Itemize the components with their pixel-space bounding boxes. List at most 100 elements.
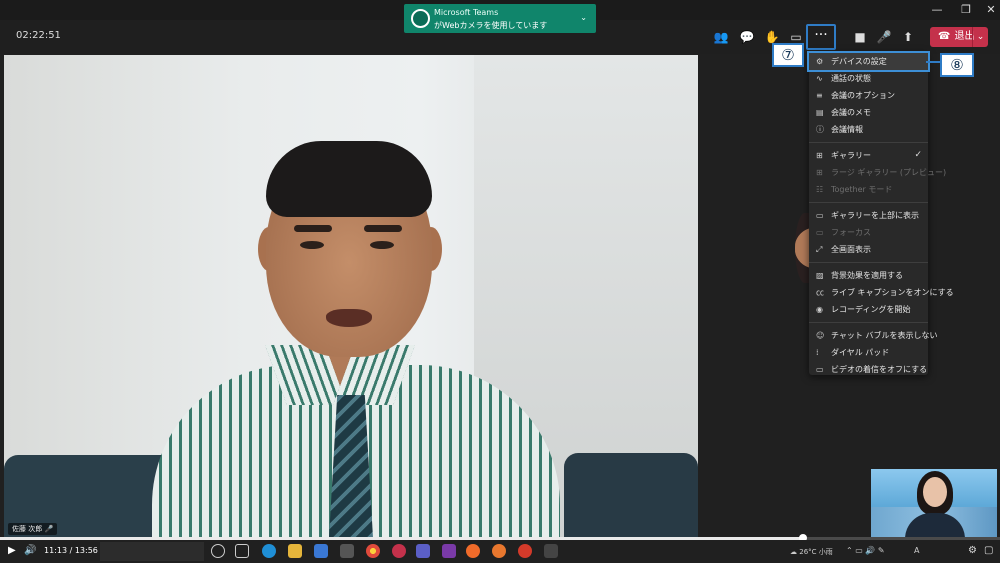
menu-item[interactable]: ▭ ビデオの着信をオフにする [809, 361, 928, 378]
menu-item[interactable]: ☺ チャット バブルを表示しない [809, 327, 937, 344]
focus-icon: ▭ [816, 228, 824, 237]
chevron-down-icon[interactable]: ⌄ [972, 27, 988, 47]
callout-connector [926, 61, 942, 63]
menu-item-label: チャット バブルを表示しない [831, 331, 938, 340]
microphone-icon[interactable]: 🎤 [874, 28, 894, 46]
grid-icon: ⊞ [816, 151, 823, 160]
menu-separator [809, 202, 928, 203]
menu-item-label: レコーディングを開始 [831, 305, 911, 314]
explorer-icon[interactable] [288, 544, 302, 558]
phone-hangup-icon: ☎ [938, 31, 951, 42]
speaker-eye [370, 241, 394, 249]
ime-indicator[interactable]: A [914, 546, 919, 555]
main-video: 佐藤 次郎 🎤 [4, 55, 698, 537]
background-icon: ▨ [816, 271, 824, 280]
menu-item[interactable]: ≡ 会議のオプション [809, 87, 928, 104]
menu-item[interactable]: ◉ レコーディングを開始 [809, 301, 928, 318]
maximize-button[interactable]: ❐ [955, 2, 977, 18]
callout-8: ⑧ [940, 53, 974, 77]
cortana-icon[interactable] [211, 544, 225, 558]
firefox-icon[interactable] [492, 544, 506, 558]
more-actions-menu: ⚙ デバイスの設定 ∿ 通話の状態 ≡ 会議のオプション ▤ 会議のメモ ⓘ 会議情報 ⊞ ギャラリー… [807, 51, 954, 378]
menu-item[interactable]: ∿ 通話の状態 [809, 70, 928, 87]
menu-item-label: デバイスの設定 [831, 57, 887, 66]
leave-button[interactable]: ☎ 退出 ⌄ [930, 27, 988, 47]
menu-item-label: ライブ キャプションをオンにする [831, 288, 954, 297]
pulse-icon: ∿ [816, 74, 823, 83]
speaker-eye [300, 241, 324, 249]
record-icon: ◉ [816, 305, 823, 314]
edge-icon[interactable] [262, 544, 276, 558]
webcam-icon [411, 9, 430, 28]
menu-item[interactable]: ⊞ ギャラリー ✓ [809, 147, 928, 164]
more-actions-button[interactable]: ··· [806, 24, 836, 50]
menu-item[interactable]: ▭ ギャラリーを上部に表示 [809, 207, 928, 224]
weather-text: 26°C 小雨 [799, 548, 833, 556]
app-icon[interactable] [518, 544, 532, 558]
menu-item[interactable]: ⤢ 全画面表示 [809, 241, 928, 258]
app-icon[interactable] [392, 544, 406, 558]
cc-icon: ㏄ [816, 288, 824, 297]
menu-item-label: 全画面表示 [831, 245, 871, 254]
together-icon: ☷ [816, 185, 824, 194]
menu-item-label: 会議のオプション [831, 91, 895, 100]
callout-7: ⑦ [772, 43, 804, 67]
firefox-icon[interactable] [466, 544, 480, 558]
gear-icon[interactable]: ⚙ [968, 545, 977, 556]
app-icon[interactable] [442, 544, 456, 558]
toast-body: がWebカメラを使用しています [434, 21, 548, 30]
screen: — ❐ ✕ 02:22:51 👥 💬 ✋ ▭ ■ 🎤 ⬆ ☎ 退出 ⌄ ··· M… [0, 0, 1000, 563]
menu-item-label: 会議情報 [831, 125, 863, 134]
chat-icon[interactable]: 💬 [737, 28, 757, 46]
chevron-down-icon[interactable]: ⌄ [580, 13, 587, 22]
chrome-icon[interactable] [366, 544, 380, 558]
menu-item[interactable]: ⚙ デバイスの設定 [807, 51, 930, 72]
task-view-icon[interactable] [235, 544, 249, 558]
store-icon[interactable] [314, 544, 328, 558]
speaker-brow [364, 225, 402, 232]
weather-widget[interactable]: ☁ 26°C 小雨 [790, 547, 833, 557]
gallery-top-icon: ▭ [816, 211, 824, 220]
sliders-icon: ≡ [816, 91, 823, 100]
menu-item[interactable]: ⁞ ダイヤル パッド [809, 344, 928, 361]
app-icon[interactable] [340, 544, 354, 558]
speaker-mouth [326, 309, 372, 327]
minimize-button[interactable]: — [926, 2, 948, 18]
camera-icon[interactable]: ■ [850, 28, 870, 46]
self-video-pip[interactable] [871, 469, 997, 537]
menu-item-label: ラージ ギャラリー (プレビュー) [831, 168, 947, 177]
menu-item: ☷ Together モード [809, 181, 928, 198]
notification-icon[interactable]: ▢ [984, 545, 993, 556]
menu-item-label: Together モード [831, 185, 893, 194]
menu-separator [809, 262, 928, 263]
speaker-name-label: 佐藤 次郎 🎤 [8, 523, 58, 535]
menu-item-label: ダイヤル パッド [831, 348, 890, 357]
play-icon[interactable]: ▶ [8, 545, 16, 556]
tray-icons[interactable]: ⌃ ▭ 🔊 ✎ [846, 546, 885, 555]
menu-item-label: 会議のメモ [831, 108, 871, 117]
menu-item-label: フォーカス [831, 228, 871, 237]
menu-item[interactable]: ⓘ 会議情報 [809, 121, 928, 138]
video-off-icon: ▭ [816, 365, 824, 374]
teams-icon[interactable] [416, 544, 430, 558]
gear-icon: ⚙ [816, 57, 824, 66]
speaker-hair [266, 141, 432, 217]
volume-icon[interactable]: 🔊 [24, 545, 36, 556]
menu-item[interactable]: ㏄ライブ キャプションをオンにする [809, 284, 954, 301]
menu-item[interactable]: ▤ 会議のメモ [809, 104, 928, 121]
share-screen-icon[interactable]: ⬆ [898, 28, 918, 46]
app-icon[interactable] [544, 544, 558, 558]
notes-icon: ▤ [816, 108, 824, 117]
dialpad-icon: ⁞ [816, 348, 819, 357]
video-time: 11:13 / 13:56 [44, 546, 98, 555]
close-button[interactable]: ✕ [980, 2, 1000, 18]
checkmark-icon: ✓ [914, 150, 922, 160]
webcam-toast[interactable]: Microsoft Teams がWebカメラを使用しています ⌄ [404, 4, 596, 33]
meeting-timer: 02:22:51 [16, 30, 61, 41]
taskbar-search[interactable] [100, 542, 204, 561]
menu-item-label: 背景効果を適用する [831, 271, 903, 280]
menu-item[interactable]: ▨ 背景効果を適用する [809, 267, 928, 284]
menu-separator [809, 322, 928, 323]
participants-icon[interactable]: 👥 [711, 28, 731, 46]
video-background [564, 453, 698, 537]
